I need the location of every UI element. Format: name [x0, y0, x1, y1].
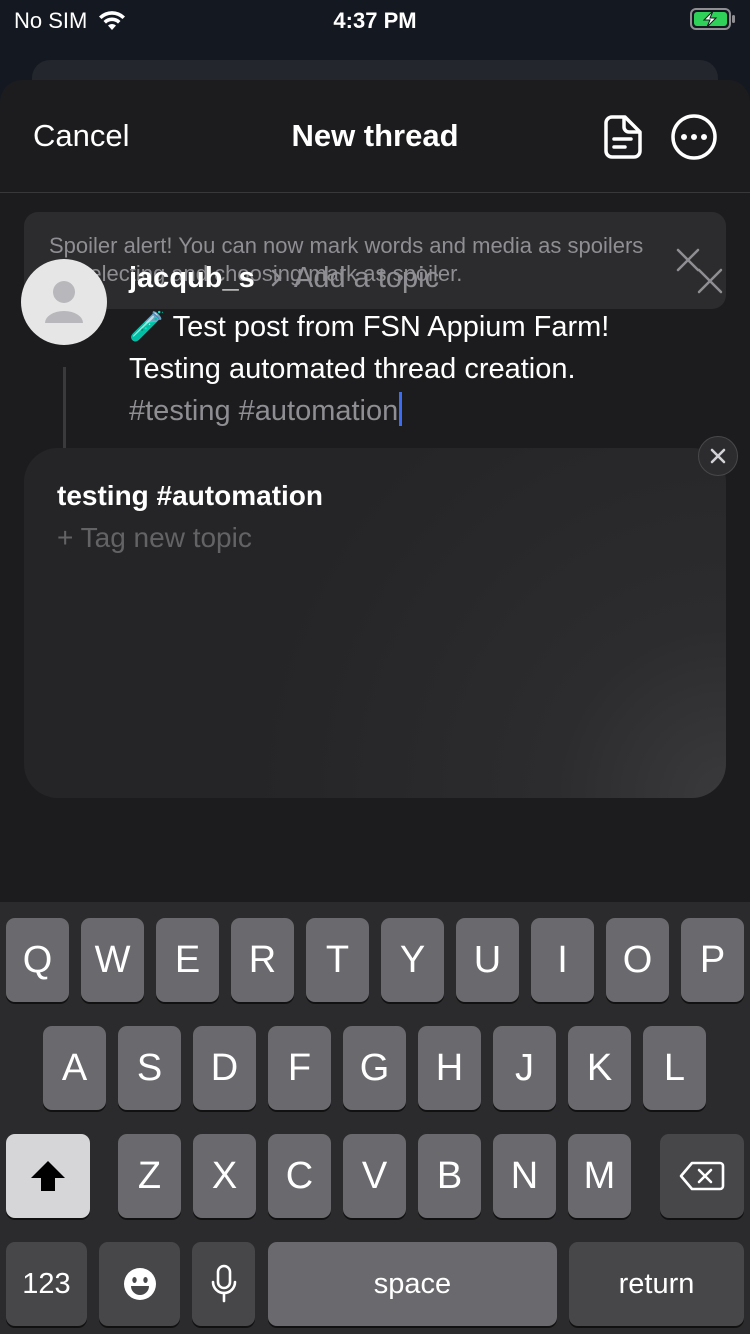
key-c[interactable]: C [268, 1134, 331, 1218]
key-v[interactable]: V [343, 1134, 406, 1218]
popup-close-button[interactable] [698, 436, 738, 476]
key-q[interactable]: Q [6, 918, 69, 1002]
key-g[interactable]: G [343, 1026, 406, 1110]
topic-suggestion-item[interactable]: testing #automation [57, 480, 323, 512]
tag-new-topic-button[interactable]: + Tag new topic [57, 522, 252, 554]
keyboard: Q W E R T Y U I O P A S D F G H J K L Z … [0, 902, 750, 1334]
space-key[interactable]: space [268, 1242, 557, 1326]
text-cursor [399, 392, 403, 426]
numbers-key[interactable]: 123 [6, 1242, 87, 1326]
key-t[interactable]: T [306, 918, 369, 1002]
avatar [21, 259, 107, 345]
key-r[interactable]: R [231, 918, 294, 1002]
key-p[interactable]: P [681, 918, 744, 1002]
key-d[interactable]: D [193, 1026, 256, 1110]
remove-post-icon[interactable] [696, 267, 724, 295]
emoji-icon [123, 1268, 156, 1300]
key-z[interactable]: Z [118, 1134, 181, 1218]
more-options-icon[interactable] [670, 113, 718, 161]
key-l[interactable]: L [643, 1026, 706, 1110]
key-b[interactable]: B [418, 1134, 481, 1218]
post-line-1: 🧪 Test post from FSN Appium Farm! [129, 311, 610, 343]
delete-key[interactable] [660, 1134, 744, 1218]
close-icon [710, 448, 726, 464]
topic-suggestions-popup: testing #automation + Tag new topic [24, 448, 726, 798]
microphone-icon [211, 1264, 236, 1303]
post-text-input[interactable]: 🧪 Test post from FSN Appium Farm! Testin… [129, 306, 609, 432]
key-y[interactable]: Y [381, 918, 444, 1002]
username: jacqub_s [129, 262, 255, 294]
shift-arrow-icon [31, 1161, 65, 1191]
add-topic-button[interactable]: Add a topic [294, 262, 439, 295]
chevron-right-icon [271, 269, 282, 287]
backspace-icon [679, 1161, 725, 1191]
return-key[interactable]: return [569, 1242, 744, 1326]
status-time: 4:37 PM [333, 8, 417, 33]
battery-charging-icon [690, 8, 735, 30]
post-line-2: Testing automated thread creation. [129, 353, 576, 385]
post-hashtags: #testing #automation [129, 395, 399, 427]
key-e[interactable]: E [156, 918, 219, 1002]
drafts-icon[interactable] [598, 113, 646, 161]
key-j[interactable]: J [493, 1026, 556, 1110]
key-s[interactable]: S [118, 1026, 181, 1110]
key-a[interactable]: A [43, 1026, 106, 1110]
key-w[interactable]: W [81, 918, 144, 1002]
key-o[interactable]: O [606, 918, 669, 1002]
key-u[interactable]: U [456, 918, 519, 1002]
status-bar: No SIM 4:37 PM [0, 0, 750, 44]
key-k[interactable]: K [568, 1026, 631, 1110]
thread-line [63, 367, 66, 449]
navigation-bar: Cancel New thread [0, 80, 750, 193]
key-n[interactable]: N [493, 1134, 556, 1218]
shift-key[interactable] [6, 1134, 90, 1218]
key-x[interactable]: X [193, 1134, 256, 1218]
key-h[interactable]: H [418, 1026, 481, 1110]
dictation-key[interactable] [192, 1242, 255, 1326]
key-m[interactable]: M [568, 1134, 631, 1218]
key-f[interactable]: F [268, 1026, 331, 1110]
person-icon [45, 281, 83, 323]
emoji-key[interactable] [99, 1242, 180, 1326]
key-i[interactable]: I [531, 918, 594, 1002]
